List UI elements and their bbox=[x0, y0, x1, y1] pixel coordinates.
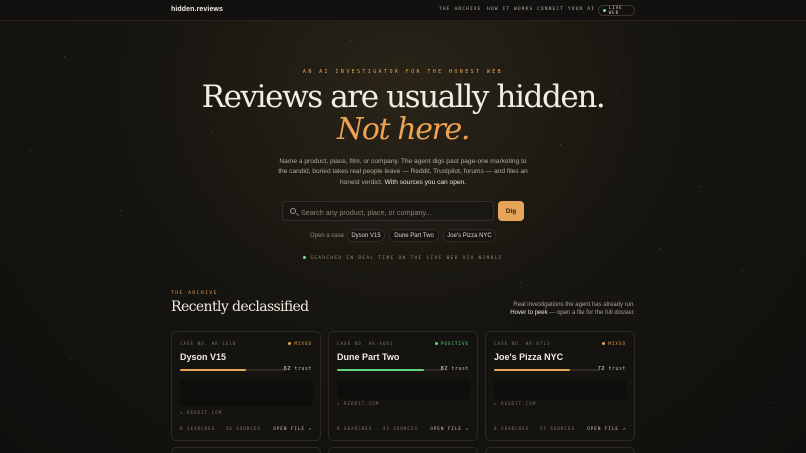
quote-preview bbox=[180, 379, 313, 406]
source-link[interactable]: ↳ REDDIT.COM bbox=[494, 401, 536, 406]
open-case-label: Open a case bbox=[310, 233, 345, 239]
trust-bar bbox=[180, 369, 286, 371]
archive-note-strong: Hover to peek bbox=[510, 310, 548, 317]
trust-label: trust bbox=[451, 367, 469, 372]
verdict-label: MIXED bbox=[294, 341, 312, 346]
quick-case-dune[interactable]: Dune Part Two bbox=[389, 229, 439, 242]
hero-description-strong: With sources you can open. bbox=[384, 178, 467, 186]
verdict-badge: POSITIVE bbox=[434, 341, 469, 346]
logo[interactable]: hidden.reviews bbox=[171, 6, 223, 13]
archive-eyebrow: THE ARCHIVE bbox=[171, 291, 218, 296]
case-stats: 8 SEARCHES · 36 SOURCES bbox=[180, 426, 261, 431]
verdict-badge: MIXED bbox=[602, 341, 626, 346]
search-box[interactable] bbox=[282, 201, 494, 221]
hero-eyebrow: AN AI INVESTIGATOR FOR THE HONEST WEB bbox=[302, 69, 504, 75]
dig-button[interactable]: Dig bbox=[498, 201, 524, 221]
top-nav-bar: hidden.reviews THE ARCHIVE HOW IT WORKS … bbox=[0, 0, 806, 21]
hero-description: Name a product, place, film, or company.… bbox=[276, 157, 530, 188]
trust-value: 72 bbox=[597, 366, 606, 372]
archive-note-line1: Real investigations the agent has alread… bbox=[513, 302, 635, 308]
case-stats: 8 SEARCHES · 43 SOURCES bbox=[337, 426, 418, 431]
hero-title-accent: Not here. bbox=[336, 112, 470, 147]
live-dot-icon bbox=[603, 9, 606, 12]
open-file-link[interactable]: OPEN FILE ↗ bbox=[273, 426, 312, 431]
search-input[interactable] bbox=[301, 206, 489, 218]
live-dot-icon bbox=[303, 256, 307, 259]
verdict-label: MIXED bbox=[608, 341, 626, 346]
quick-case-joes-pizza[interactable]: Joe's Pizza NYC bbox=[443, 229, 496, 242]
trust-value: 82 bbox=[440, 366, 449, 372]
quick-case-dyson[interactable]: Dyson V15 bbox=[347, 229, 385, 242]
hero-title: Reviews are usually hidden. bbox=[201, 79, 606, 115]
trust-score: 72 trust bbox=[598, 366, 626, 372]
open-file-link[interactable]: OPEN FILE ↗ bbox=[587, 426, 626, 431]
archive-title: Recently declassified bbox=[171, 299, 309, 315]
trust-bar-fill bbox=[494, 369, 571, 371]
archive-note-line2: — open a file for the full dossier. bbox=[549, 310, 635, 317]
live-search-text: SEARCHED IN REAL TIME ON THE LIVE WEB VI… bbox=[310, 256, 503, 261]
trust-bar bbox=[494, 369, 600, 371]
nav-link-connect-ai[interactable]: CONNECT YOUR AI bbox=[537, 7, 595, 12]
case-number: CASE NO. HR-A681 bbox=[337, 341, 394, 346]
trust-score: 62 trust bbox=[284, 366, 312, 372]
live-search-note: SEARCHED IN REAL TIME ON THE LIVE WEB VI… bbox=[0, 256, 806, 261]
nav-link-archive[interactable]: THE ARCHIVE bbox=[439, 7, 482, 12]
search-icon bbox=[290, 208, 296, 214]
case-name: Joe's Pizza NYC bbox=[494, 352, 564, 362]
trust-label: trust bbox=[608, 367, 626, 372]
trust-bar bbox=[337, 369, 443, 371]
archive-note: Real investigations the agent has alread… bbox=[480, 301, 635, 318]
case-card-peek[interactable] bbox=[171, 447, 321, 453]
trust-bar-fill bbox=[180, 369, 246, 371]
nav-link-how-it-works[interactable]: HOW IT WORKS bbox=[487, 7, 533, 12]
case-card[interactable]: CASE NO. HR-8713 MIXED Joe's Pizza NYC 7… bbox=[485, 331, 635, 441]
quote-preview bbox=[337, 379, 470, 399]
trust-score: 82 trust bbox=[441, 366, 469, 372]
open-file-link[interactable]: OPEN FILE ↗ bbox=[430, 426, 469, 431]
source-link[interactable]: ↳ REDDIT.COM bbox=[180, 410, 222, 415]
case-card-peek[interactable] bbox=[328, 447, 478, 453]
trust-value: 62 bbox=[283, 366, 292, 372]
case-card[interactable]: CASE NO. HR-1E1B MIXED Dyson V15 62 trus… bbox=[171, 331, 321, 441]
case-number: CASE NO. HR-8713 bbox=[494, 341, 551, 346]
quote-preview bbox=[494, 379, 627, 399]
verdict-dot-icon bbox=[602, 342, 606, 345]
trust-label: trust bbox=[294, 367, 312, 372]
case-card-peek[interactable] bbox=[485, 447, 635, 453]
case-number: CASE NO. HR-1E1B bbox=[180, 341, 237, 346]
case-name: Dyson V15 bbox=[180, 352, 227, 362]
case-name: Dune Part Two bbox=[337, 352, 400, 362]
verdict-dot-icon bbox=[288, 342, 292, 345]
case-stats: 8 SEARCHES · 37 SOURCES bbox=[494, 426, 575, 431]
trust-bar-fill bbox=[337, 369, 424, 371]
source-link[interactable]: ↳ REDDIT.COM bbox=[337, 401, 379, 406]
verdict-dot-icon bbox=[434, 342, 438, 345]
live-web-badge[interactable]: LIVE WEB bbox=[598, 5, 635, 16]
verdict-label: POSITIVE bbox=[440, 341, 469, 346]
verdict-badge: MIXED bbox=[288, 341, 312, 346]
live-web-label: LIVE WEB bbox=[608, 5, 623, 16]
case-card[interactable]: CASE NO. HR-A681 POSITIVE Dune Part Two … bbox=[328, 331, 478, 441]
